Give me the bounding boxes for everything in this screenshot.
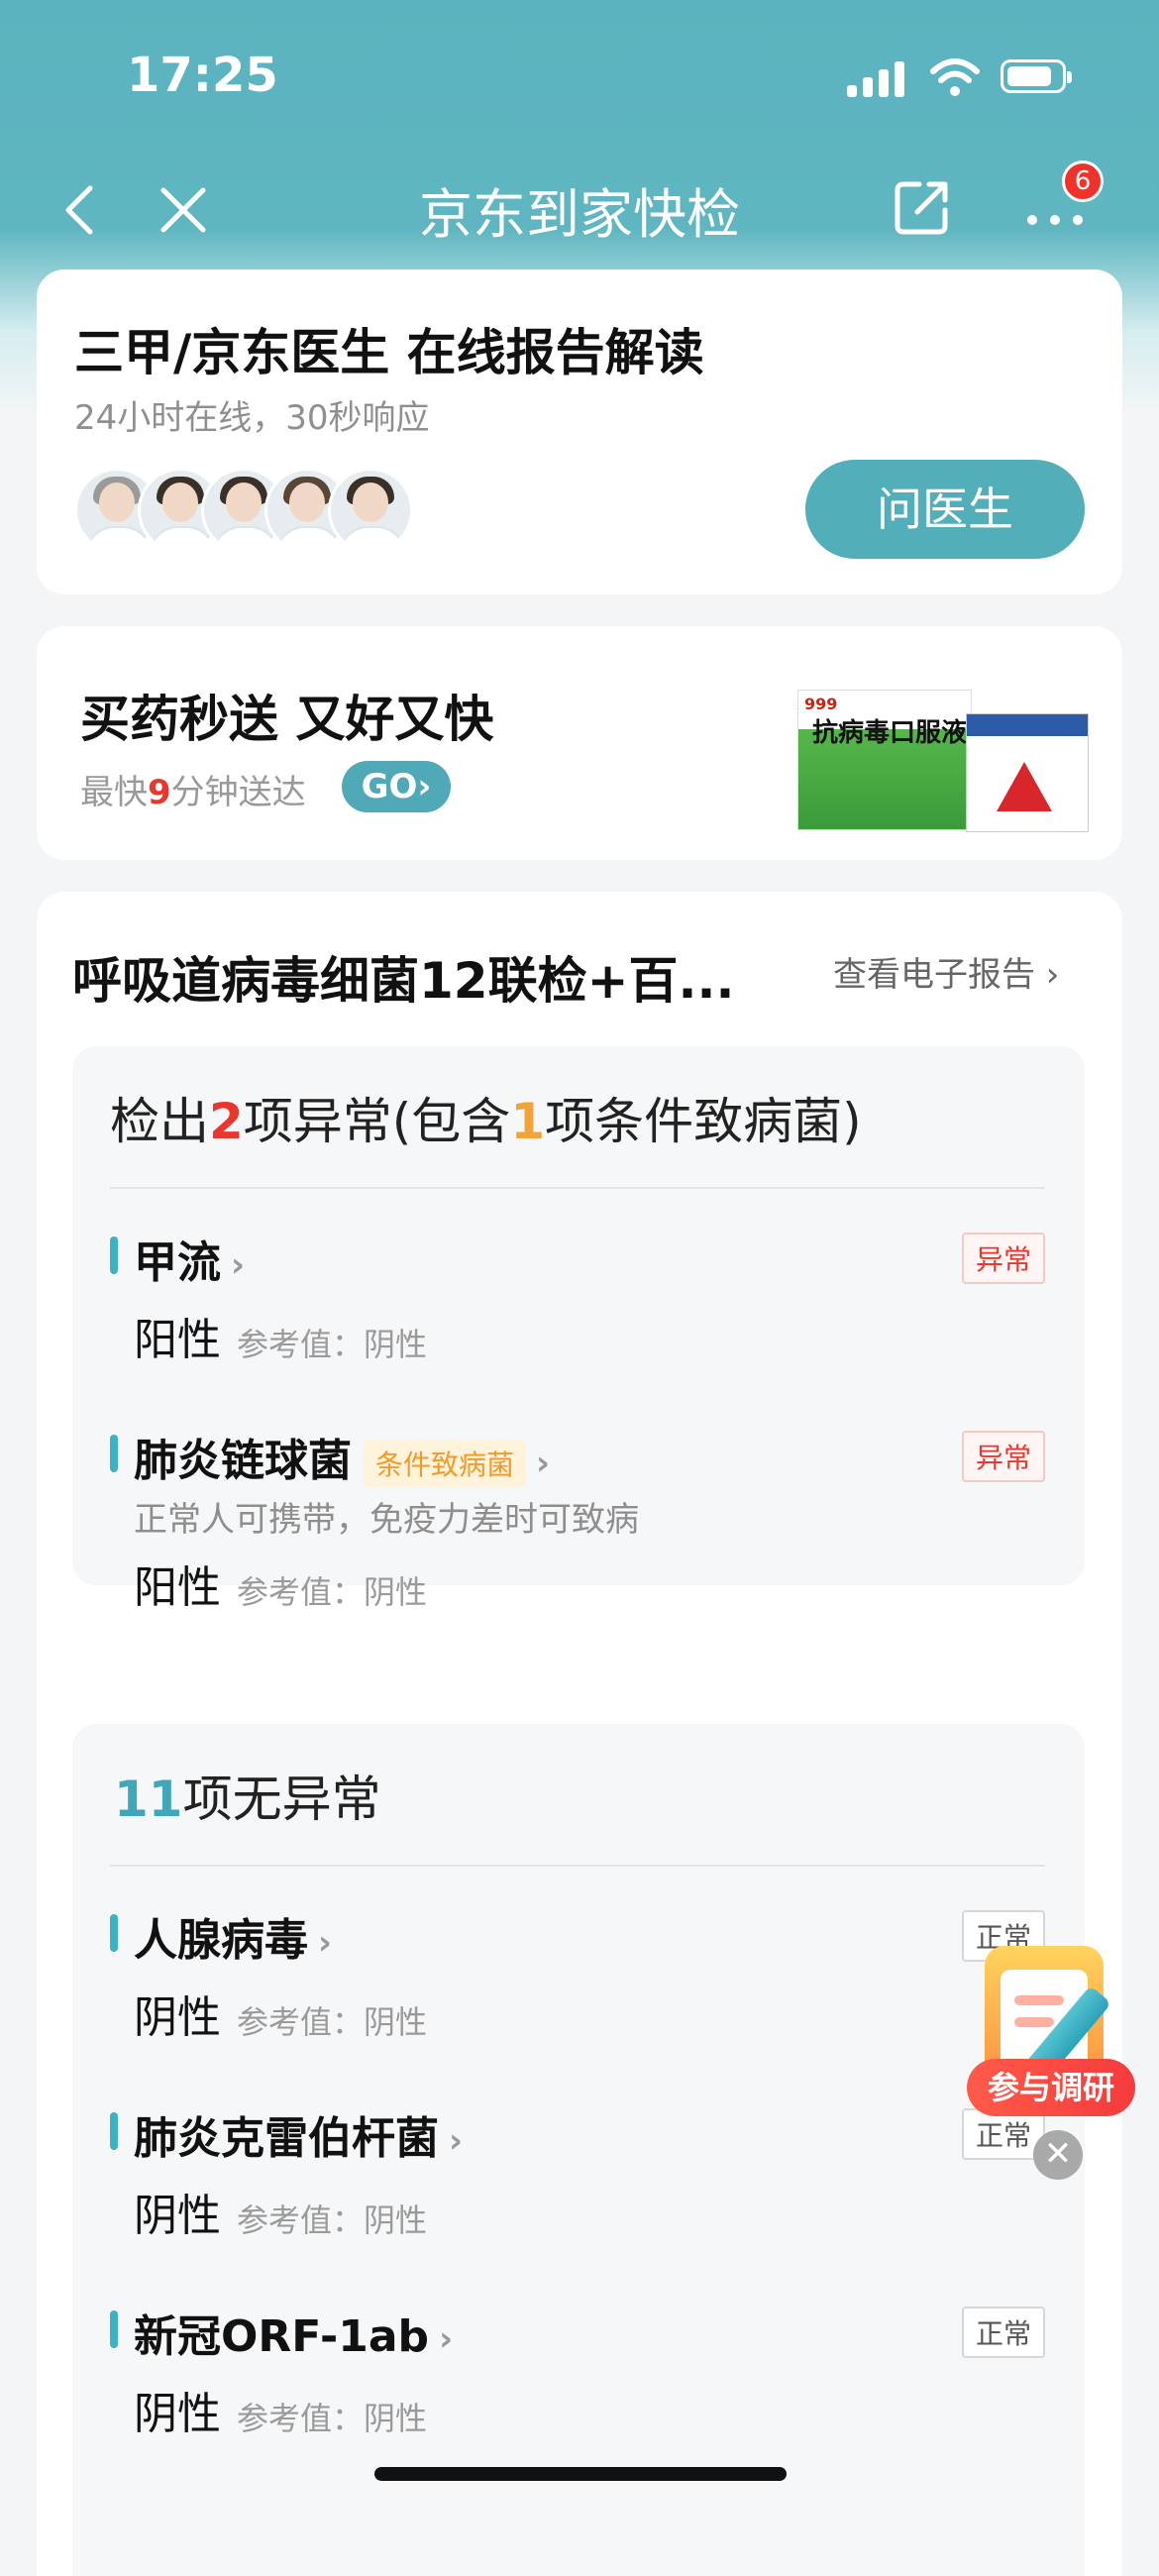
item-name: 甲流 — [134, 1237, 221, 1288]
report-title: 呼吸道病毒细菌12联检+百... — [72, 952, 735, 1010]
notification-badge: 6 — [1062, 161, 1104, 202]
chevron-right-icon: › — [439, 2319, 454, 2359]
item-result: 阴性 — [134, 1992, 221, 2043]
normal-tag: 正常 — [961, 2307, 1045, 2358]
wifi-icon — [930, 58, 980, 96]
item-name: 新冠ORF-1ab — [134, 2311, 430, 2362]
drug-card-subtitle: 最快9分钟送达 — [80, 773, 306, 812]
item-reference: 参考值：阴性 — [237, 2201, 428, 2239]
signal-icon — [847, 59, 906, 97]
item-reference: 参考值：阴性 — [237, 1326, 428, 1363]
survey-label: 参与调研 — [967, 2059, 1135, 2116]
result-item[interactable]: 肺炎克雷伯杆菌 › 正常 阴性 参考值：阴性 — [110, 2102, 1045, 2251]
chevron-right-icon: › — [449, 2121, 464, 2161]
doctor-consult-card: 三甲/京东医生 在线报告解读 24小时在线，30秒响应 问医生 — [37, 269, 1122, 594]
page-title: 京东到家快检 — [419, 183, 740, 246]
nav-bar: 京东到家快检 — [0, 159, 1159, 268]
result-item[interactable]: 人腺病毒 › 正常 阴性 参考值：阴性 — [110, 1904, 1045, 2053]
item-name: 人腺病毒 — [134, 1915, 308, 1966]
item-name: 肺炎链球菌 — [134, 1436, 352, 1486]
status-time: 17:25 — [127, 48, 278, 103]
chevron-right-icon: › — [231, 1245, 246, 1285]
normal-summary: 11项无异常 — [114, 1771, 381, 1828]
battery-icon — [1001, 59, 1072, 93]
item-result: 阳性 — [134, 1562, 221, 1613]
share-icon[interactable] — [890, 176, 953, 240]
item-result: 阴性 — [134, 2191, 221, 2241]
report-card: 呼吸道病毒细菌12联检+百... 查看电子报告 › 检出2项异常(包含1项条件致… — [37, 892, 1122, 2576]
go-button[interactable]: GO› — [342, 761, 451, 812]
conditional-pathogen-tag: 条件致病菌 — [364, 1440, 527, 1487]
abnormal-tag: 异常 — [961, 1233, 1045, 1284]
avatar — [328, 468, 413, 553]
item-reference: 参考值：阴性 — [237, 2003, 428, 2041]
result-item[interactable]: 新冠ORF-1ab › 正常 阴性 参考值：阴性 — [110, 2301, 1045, 2449]
status-bar: 17:25 — [0, 0, 1159, 149]
home-indicator — [374, 2467, 787, 2481]
doctor-card-title: 三甲/京东医生 在线报告解读 — [74, 324, 704, 381]
item-reference: 参考值：阴性 — [237, 2400, 428, 2437]
result-item[interactable]: 甲流 › 异常 阳性 参考值：阴性 — [110, 1227, 1045, 1375]
divider — [110, 1187, 1045, 1189]
abnormal-tag: 异常 — [961, 1431, 1045, 1482]
close-survey-icon[interactable]: ✕ — [1033, 2130, 1083, 2180]
item-result: 阴性 — [134, 2389, 221, 2439]
chevron-right-icon: › — [318, 1923, 333, 1963]
normal-section: 11项无异常 人腺病毒 › 正常 阴性 参考值：阴性 肺炎克雷伯杆菌 › 正常 阴性参… — [72, 1724, 1085, 2576]
view-e-report-link[interactable]: 查看电子报告 › — [833, 947, 1059, 996]
survey-floating-button[interactable]: 参与调研 — [965, 1942, 1143, 2150]
ask-doctor-button[interactable]: 问医生 — [805, 460, 1085, 559]
abnormal-section: 检出2项异常(包含1项条件致病菌) 甲流 › 异常 阳性 参考值：阴性 肺炎链球菌条… — [72, 1046, 1085, 1613]
abnormal-summary: 检出2项异常(包含1项条件致病菌) — [110, 1093, 862, 1150]
medicine-box-image: 999 抗病毒口服液 — [797, 690, 972, 830]
item-reference: 参考值：阴性 — [237, 1573, 428, 1611]
item-name: 肺炎克雷伯杆菌 — [134, 2113, 439, 2164]
doctor-card-subtitle: 24小时在线，30秒响应 — [74, 398, 430, 438]
item-description: 正常人可携带，免疫力差时可致病 — [134, 1500, 639, 1540]
item-result: 阳性 — [134, 1315, 221, 1365]
result-item[interactable]: 肺炎链球菌 条件致病菌 › 异常 正常人可携带，免疫力差时可致病 阳性 参考值：阴性 — [110, 1425, 1045, 1613]
drug-delivery-card[interactable]: 买药秒送 又好又快 最快9分钟送达 GO› 999 抗病毒口服液 — [37, 626, 1122, 860]
medicine-box-image — [966, 713, 1089, 832]
drug-card-title: 买药秒送 又好又快 — [80, 691, 494, 748]
divider — [110, 1865, 1045, 1867]
chevron-right-icon: › — [536, 1444, 551, 1483]
